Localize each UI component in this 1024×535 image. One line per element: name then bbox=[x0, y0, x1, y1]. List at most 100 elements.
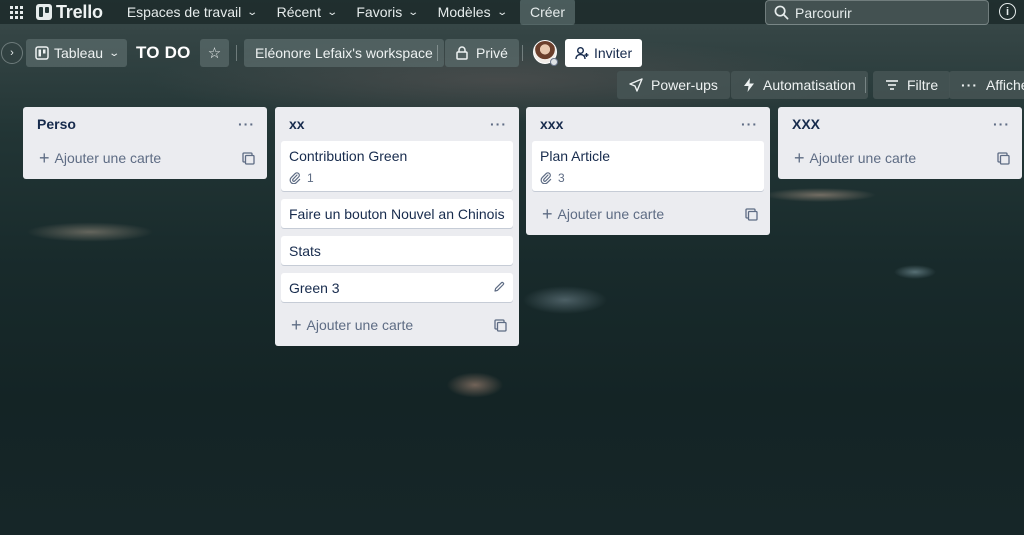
paperclip-icon bbox=[540, 172, 552, 184]
show-menu-label: Afficher bbox=[986, 77, 1024, 93]
chevron-down-icon: ⌄ bbox=[326, 6, 339, 18]
lightning-icon bbox=[744, 78, 754, 92]
rocket-icon bbox=[629, 78, 643, 92]
list-header: XXX ··· bbox=[784, 107, 1016, 141]
list-title[interactable]: XXX bbox=[792, 116, 820, 132]
add-card-label-wrap: + Ajouter une carte bbox=[542, 205, 664, 223]
admin-badge-icon bbox=[550, 58, 558, 66]
header-divider bbox=[236, 45, 237, 61]
add-card-label-wrap: + Ajouter une carte bbox=[794, 149, 916, 167]
automation-button[interactable]: Automatisation bbox=[731, 71, 868, 99]
board-view-switcher[interactable]: Tableau ⌄ bbox=[26, 39, 128, 67]
add-card-button[interactable]: + Ajouter une carte bbox=[532, 199, 764, 229]
card-title: Contribution Green bbox=[289, 148, 408, 164]
nav-templates-menu[interactable]: Modèles ⌄ bbox=[428, 0, 516, 24]
add-member-icon bbox=[575, 47, 589, 60]
card-title: Faire un bouton Nouvel an Chinois bbox=[289, 206, 505, 222]
power-ups-button[interactable]: Power-ups bbox=[617, 71, 730, 99]
list-title[interactable]: Perso bbox=[37, 116, 76, 132]
list-header: Perso ··· bbox=[29, 107, 261, 141]
list-perso: Perso ··· + Ajouter une carte bbox=[23, 107, 267, 179]
add-card-label: Ajouter une carte bbox=[809, 150, 917, 166]
card-green-3[interactable]: Green 3 bbox=[281, 273, 513, 302]
chevron-right-icon: › bbox=[10, 47, 14, 59]
card-contribution-green[interactable]: Contribution Green 1 bbox=[281, 141, 513, 191]
add-card-button[interactable]: + Ajouter une carte bbox=[29, 143, 261, 173]
filter-icon bbox=[886, 80, 898, 90]
add-card-button[interactable]: + Ajouter une carte bbox=[784, 143, 1016, 173]
more-horizontal-icon: ··· bbox=[961, 77, 978, 93]
chevron-down-icon: ⌄ bbox=[495, 6, 508, 18]
add-card-label: Ajouter une carte bbox=[306, 317, 414, 333]
workspace-button[interactable]: Eléonore Lefaix's workspace bbox=[244, 39, 444, 67]
list-menu-icon[interactable]: ··· bbox=[490, 116, 507, 132]
pencil-edit-icon[interactable] bbox=[493, 281, 505, 293]
attachment-count: 1 bbox=[307, 171, 314, 185]
show-menu-button[interactable]: ··· Afficher bbox=[949, 71, 1024, 99]
list-menu-icon[interactable]: ··· bbox=[993, 116, 1010, 132]
invite-label: Inviter bbox=[594, 45, 633, 61]
plus-icon: + bbox=[39, 148, 50, 168]
list-title[interactable]: xx bbox=[289, 116, 305, 132]
card-title: Stats bbox=[289, 243, 321, 259]
add-card-label: Ajouter une carte bbox=[54, 150, 162, 166]
star-icon: ☆ bbox=[207, 45, 222, 62]
nav-starred-menu[interactable]: Favoris ⌄ bbox=[346, 0, 427, 24]
trello-logo[interactable]: Trello bbox=[36, 2, 103, 23]
nav-workspaces-menu[interactable]: Espaces de travail ⌄ bbox=[117, 0, 267, 24]
create-from-template-icon[interactable] bbox=[997, 151, 1010, 165]
invite-button[interactable]: Inviter bbox=[565, 39, 643, 67]
trello-logo-text: Trello bbox=[56, 1, 103, 22]
list-xx: xx ··· Contribution Green 1 Faire un bou… bbox=[275, 107, 519, 346]
add-card-label-wrap: + Ajouter une carte bbox=[39, 149, 161, 167]
add-card-label-wrap: + Ajouter une carte bbox=[291, 316, 413, 334]
list-title[interactable]: xxx bbox=[540, 116, 563, 132]
trello-logo-icon bbox=[36, 4, 52, 20]
search-input[interactable]: Parcourir bbox=[765, 0, 989, 25]
filter-label: Filtre bbox=[907, 77, 939, 93]
add-card-button[interactable]: + Ajouter une carte bbox=[281, 310, 513, 340]
nav-starred-label: Favoris bbox=[356, 4, 403, 20]
card-title: Green 3 bbox=[289, 280, 340, 296]
attachment-count: 3 bbox=[558, 171, 565, 185]
info-icon[interactable]: i bbox=[999, 3, 1016, 20]
card-stats[interactable]: Stats bbox=[281, 236, 513, 265]
toolbar-divider bbox=[865, 77, 866, 93]
header-divider bbox=[522, 45, 523, 61]
plus-icon: + bbox=[542, 204, 553, 224]
visibility-label: Privé bbox=[476, 45, 508, 61]
nav-recent-menu[interactable]: Récent ⌄ bbox=[267, 0, 347, 24]
attachment-badge: 3 bbox=[540, 171, 756, 185]
nav-templates-label: Modèles bbox=[437, 4, 491, 20]
chevron-down-icon: ⌄ bbox=[246, 6, 259, 18]
attachment-badge: 1 bbox=[289, 171, 505, 185]
board-title[interactable]: TO DO bbox=[136, 43, 191, 63]
list-xxx: xxx ··· Plan Article 3 + Ajouter une car… bbox=[526, 107, 770, 235]
board-view-icon bbox=[35, 46, 49, 60]
visibility-button[interactable]: Privé bbox=[445, 39, 519, 67]
card-bouton-nouvel-an[interactable]: Faire un bouton Nouvel an Chinois bbox=[281, 199, 513, 228]
search-icon bbox=[774, 5, 789, 20]
filter-button[interactable]: Filtre bbox=[873, 71, 951, 99]
list-menu-icon[interactable]: ··· bbox=[238, 116, 255, 132]
star-board-button[interactable]: ☆ bbox=[200, 39, 229, 67]
create-from-template-icon[interactable] bbox=[494, 318, 507, 332]
app-switcher-icon[interactable] bbox=[2, 0, 30, 24]
card-title: Plan Article bbox=[540, 148, 611, 164]
header-divider bbox=[437, 45, 438, 61]
create-from-template-icon[interactable] bbox=[745, 207, 758, 221]
automation-label: Automatisation bbox=[763, 77, 856, 93]
list-xxx-upper: XXX ··· + Ajouter une carte bbox=[778, 107, 1022, 179]
card-plan-article[interactable]: Plan Article 3 bbox=[532, 141, 764, 191]
chevron-down-icon: ⌄ bbox=[407, 6, 420, 18]
chevron-down-icon: ⌄ bbox=[108, 47, 121, 59]
list-header: xx ··· bbox=[281, 107, 513, 141]
list-menu-icon[interactable]: ··· bbox=[741, 116, 758, 132]
plus-icon: + bbox=[291, 315, 302, 335]
create-button[interactable]: Créer bbox=[519, 0, 575, 25]
nav-recent-label: Récent bbox=[276, 4, 321, 20]
nav-workspaces-label: Espaces de travail bbox=[126, 4, 242, 20]
list-header: xxx ··· bbox=[532, 107, 764, 141]
sidebar-expand-button[interactable]: › bbox=[1, 42, 23, 64]
create-from-template-icon[interactable] bbox=[242, 151, 255, 165]
